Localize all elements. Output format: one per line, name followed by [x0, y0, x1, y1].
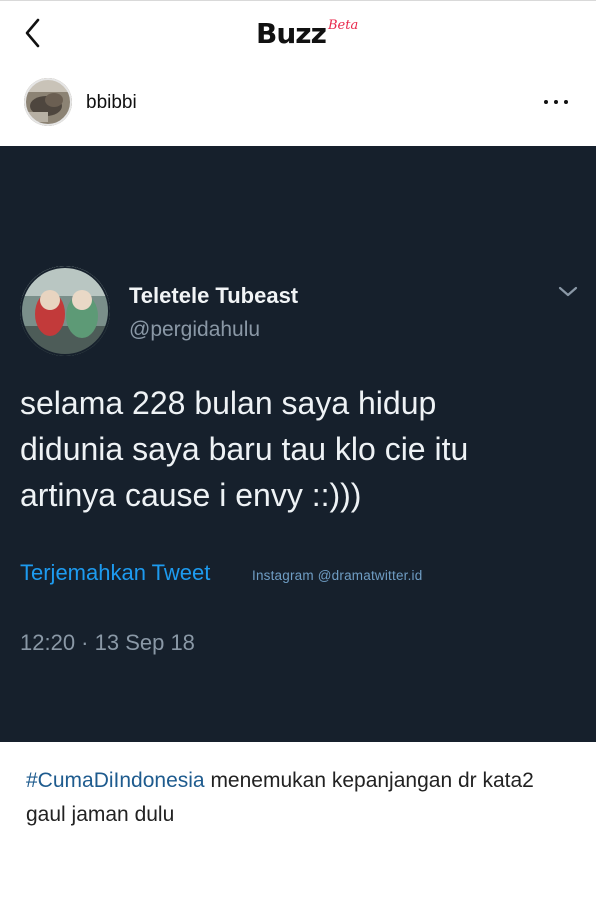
post-header: bbibbi	[0, 72, 596, 132]
more-options-button[interactable]	[538, 88, 574, 116]
avatar[interactable]	[24, 78, 72, 126]
translate-tweet-link: Terjemahkan Tweet	[20, 560, 211, 585]
brand-name: Buzz	[256, 17, 327, 50]
username[interactable]: bbibbi	[86, 92, 137, 114]
back-button[interactable]	[18, 15, 50, 51]
beta-badge: Beta	[328, 18, 359, 33]
watermark-text: Instagram @dramatwitter.id	[252, 568, 423, 583]
tweet-text-line: didunia saya baru tau klo cie itu	[20, 431, 469, 467]
top-nav-bar: Buzz Beta	[0, 1, 596, 63]
chevron-down-icon	[556, 282, 580, 302]
tweet-timestamp: 12:20 · 13 Sep 18	[20, 630, 195, 655]
hashtag-link[interactable]: #CumaDiIndonesia	[26, 769, 205, 792]
tweet-text-line: artinya cause i envy ::)))	[20, 477, 362, 513]
tweet-handle: @pergidahulu	[129, 318, 261, 341]
post-caption: #CumaDiIndonesia menemukan kepanjangan d…	[26, 764, 574, 832]
tweet-display-name: Teletele Tubeast	[129, 283, 299, 308]
tweet-text: selama 228 bulan saya hidup didunia saya…	[20, 380, 580, 518]
chevron-left-icon	[25, 18, 40, 48]
tweet-avatar	[20, 266, 110, 356]
tweet-text-line: selama 228 bulan saya hidup	[20, 385, 437, 421]
tweet-screenshot-image: Teletele Tubeast @pergidahulu selama 228…	[0, 146, 596, 742]
